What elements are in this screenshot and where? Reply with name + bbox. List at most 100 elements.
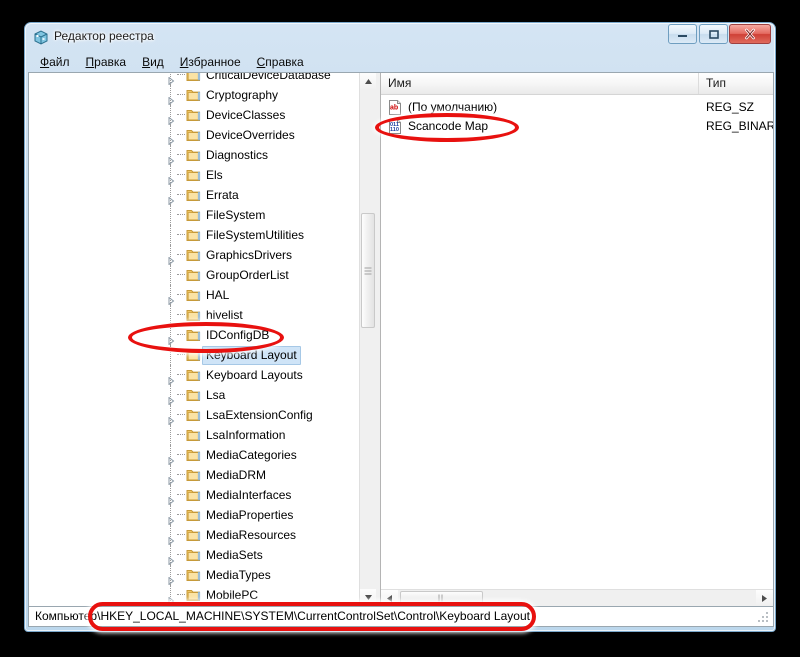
- menu-item-favorites[interactable]: Избранное: [172, 53, 249, 71]
- table-row[interactable]: 011 110 Scancode Map REG_BINARY: [381, 117, 773, 136]
- window-title: Редактор реестра: [54, 29, 154, 43]
- tree-connector-dots: [177, 134, 185, 137]
- minimize-button[interactable]: [668, 24, 697, 44]
- registry-tree-pane[interactable]: CriticalDeviceDatabaseCryptographyDevice…: [29, 73, 376, 606]
- close-button[interactable]: [729, 24, 771, 44]
- menu-item-file[interactable]: Файл: [32, 53, 78, 71]
- tree-item-idconfigdb[interactable]: IDConfigDB: [29, 325, 358, 345]
- tree-item-label: HAL: [206, 285, 229, 305]
- tree-item-graphicsdrivers[interactable]: GraphicsDrivers: [29, 245, 358, 265]
- tree-item-hivelist[interactable]: hivelist: [29, 305, 358, 325]
- tree-item-deviceoverrides[interactable]: DeviceOverrides: [29, 125, 358, 145]
- tree-item-mediatypes[interactable]: MediaTypes: [29, 565, 358, 585]
- expand-arrow-icon[interactable]: [167, 73, 175, 79]
- scroll-right-icon[interactable]: [756, 590, 773, 606]
- tree-item-lsaextensionconfig[interactable]: LsaExtensionConfig: [29, 405, 358, 425]
- scroll-up-icon[interactable]: [360, 73, 376, 90]
- expand-arrow-icon[interactable]: [167, 571, 175, 579]
- tree-item-lsa[interactable]: Lsa: [29, 385, 358, 405]
- column-header-name[interactable]: Имя: [381, 73, 699, 94]
- table-row[interactable]: ab (По умолчанию) REG_SZ: [381, 98, 773, 117]
- expand-arrow-icon[interactable]: [167, 151, 175, 159]
- tree-connector: [170, 345, 171, 365]
- expand-arrow-icon[interactable]: [167, 391, 175, 399]
- tree-item-els[interactable]: Els: [29, 165, 358, 185]
- expand-arrow-icon[interactable]: [167, 371, 175, 379]
- expand-arrow-icon[interactable]: [167, 551, 175, 559]
- tree-connector-dots: [177, 334, 185, 337]
- expand-arrow-icon[interactable]: [167, 531, 175, 539]
- menu-item-view[interactable]: Вид: [134, 53, 172, 71]
- title-bar[interactable]: Редактор реестра: [25, 23, 775, 52]
- tree-connector-dots: [177, 94, 185, 97]
- tree-item-label: MediaTypes: [206, 565, 271, 585]
- expand-arrow-icon[interactable]: [167, 591, 175, 599]
- values-scrollbar-thumb[interactable]: [400, 591, 483, 605]
- expand-arrow-icon[interactable]: [167, 171, 175, 179]
- resize-grip-icon[interactable]: [758, 612, 770, 624]
- expand-arrow-icon[interactable]: [167, 251, 175, 259]
- folder-icon: [186, 548, 202, 562]
- tree-item-criticaldevicedatabase[interactable]: CriticalDeviceDatabase: [29, 73, 358, 85]
- tree-item-lsainformation[interactable]: LsaInformation: [29, 425, 358, 445]
- folder-icon: [186, 288, 202, 302]
- tree-connector-dots: [177, 154, 185, 157]
- expand-arrow-icon[interactable]: [167, 191, 175, 199]
- tree-item-label: MediaSets: [206, 545, 263, 565]
- menu-item-file-rest: айл: [49, 55, 69, 69]
- menu-item-help[interactable]: Справка: [249, 53, 312, 71]
- tree-item-mediaproperties[interactable]: MediaProperties: [29, 505, 358, 525]
- tree-item-deviceclasses[interactable]: DeviceClasses: [29, 105, 358, 125]
- expand-arrow-icon[interactable]: [167, 91, 175, 99]
- tree-item-mediainterfaces[interactable]: MediaInterfaces: [29, 485, 358, 505]
- expand-arrow-icon[interactable]: [167, 331, 175, 339]
- tree-connector-dots: [177, 294, 185, 297]
- tree-connector-dots: [177, 534, 185, 537]
- folder-icon: [186, 488, 202, 502]
- folder-icon: [186, 348, 202, 362]
- tree-item-label: FileSystem: [206, 205, 265, 225]
- expand-arrow-icon[interactable]: [167, 131, 175, 139]
- column-header-type[interactable]: Тип: [699, 73, 774, 94]
- tree-item-keyboard-layouts[interactable]: Keyboard Layouts: [29, 365, 358, 385]
- folder-icon: [186, 168, 202, 182]
- expand-arrow-icon[interactable]: [167, 511, 175, 519]
- tree-item-mediacategories[interactable]: MediaCategories: [29, 445, 358, 465]
- tree-item-label: IDConfigDB: [206, 325, 269, 345]
- expand-arrow-icon[interactable]: [167, 471, 175, 479]
- expand-arrow-icon[interactable]: [167, 111, 175, 119]
- tree-item-mediadrm[interactable]: MediaDRM: [29, 465, 358, 485]
- scroll-left-icon[interactable]: [381, 590, 398, 606]
- tree-item-filesystemutilities[interactable]: FileSystemUtilities: [29, 225, 358, 245]
- scroll-down-icon[interactable]: [360, 589, 376, 606]
- tree-item-label: DeviceClasses: [206, 105, 285, 125]
- tree-item-keyboard-layout[interactable]: Keyboard Layout: [29, 345, 358, 365]
- maximize-button[interactable]: [699, 24, 728, 44]
- tree-item-grouporderlist[interactable]: GroupOrderList: [29, 265, 358, 285]
- tree-item-label: FileSystemUtilities: [206, 225, 304, 245]
- tree-item-label: Keyboard Layout: [202, 346, 301, 365]
- menu-item-view-rest: ид: [150, 55, 164, 69]
- tree-item-cryptography[interactable]: Cryptography: [29, 85, 358, 105]
- tree-item-mediasets[interactable]: MediaSets: [29, 545, 358, 565]
- tree-item-errata[interactable]: Errata: [29, 185, 358, 205]
- expand-arrow-icon[interactable]: [167, 491, 175, 499]
- expand-arrow-icon[interactable]: [167, 411, 175, 419]
- tree-scrollbar-thumb[interactable]: [361, 213, 375, 328]
- tree-item-filesystem[interactable]: FileSystem: [29, 205, 358, 225]
- tree-item-hal[interactable]: HAL: [29, 285, 358, 305]
- menu-item-edit[interactable]: Правка: [78, 53, 135, 71]
- expand-arrow-icon[interactable]: [167, 451, 175, 459]
- tree-item-label: Diagnostics: [206, 145, 268, 165]
- tree-connector-dots: [177, 574, 185, 577]
- registry-values-pane[interactable]: Имя Тип ab (По умолчанию) REG_SZ: [380, 73, 773, 606]
- expand-arrow-icon[interactable]: [167, 291, 175, 299]
- tree-item-label: Cryptography: [206, 85, 278, 105]
- tree-item-mobilepc[interactable]: MobilePC: [29, 585, 358, 605]
- values-horizontal-scrollbar[interactable]: [381, 589, 773, 606]
- tree-connector-dots: [177, 434, 185, 437]
- values-column-header: Имя Тип: [381, 73, 773, 95]
- tree-item-diagnostics[interactable]: Diagnostics: [29, 145, 358, 165]
- tree-vertical-scrollbar[interactable]: [359, 73, 376, 606]
- tree-item-mediaresources[interactable]: MediaResources: [29, 525, 358, 545]
